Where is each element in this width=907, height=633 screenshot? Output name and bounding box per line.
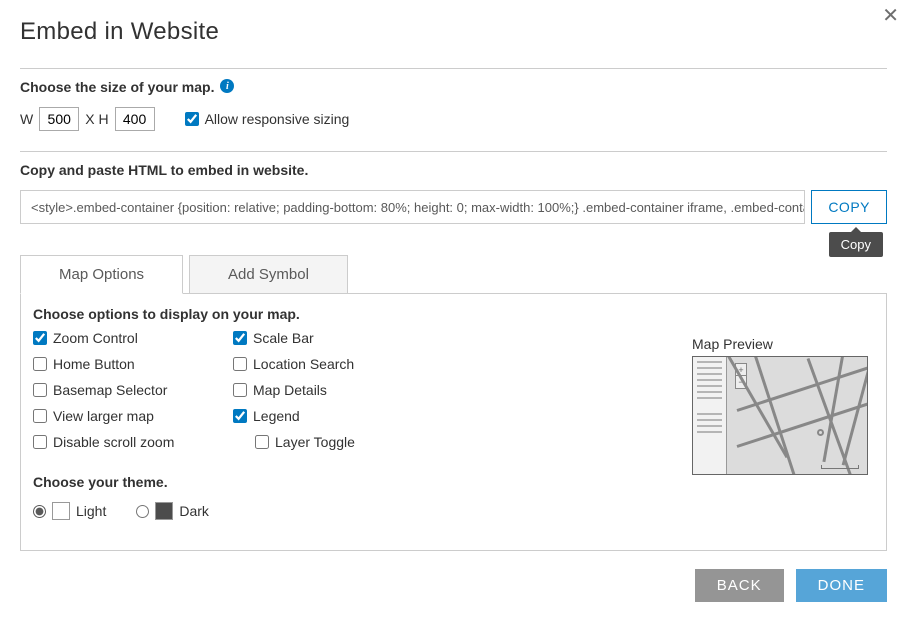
responsive-label: Allow responsive sizing <box>205 111 350 127</box>
theme-dark-label: Dark <box>179 503 209 519</box>
option-label: Location Search <box>253 356 354 372</box>
width-letter: W <box>20 111 33 127</box>
options-col-2: Scale Bar Location Search Map Details Legen… <box>233 330 433 450</box>
option-checkbox[interactable] <box>33 409 47 423</box>
option-scale-bar[interactable]: Scale Bar <box>233 330 433 346</box>
height-input[interactable] <box>115 107 155 131</box>
copy-button[interactable]: COPY <box>811 190 887 224</box>
option-zoom-control[interactable]: Zoom Control <box>33 330 193 346</box>
options-heading: Choose options to display on your map. <box>33 306 874 322</box>
map-preview-label: Map Preview <box>692 336 868 352</box>
option-checkbox[interactable] <box>33 435 47 449</box>
theme-light-radio[interactable] <box>33 505 46 518</box>
height-letter: X H <box>85 111 108 127</box>
option-view-larger-map[interactable]: View larger map <box>33 408 193 424</box>
preview-sidebar-icon <box>693 357 727 474</box>
option-label: Scale Bar <box>253 330 314 346</box>
info-icon[interactable]: i <box>220 79 234 93</box>
dark-swatch-icon <box>155 502 173 520</box>
option-label: View larger map <box>53 408 154 424</box>
map-preview-image: +− <box>692 356 868 475</box>
option-location-search[interactable]: Location Search <box>233 356 433 372</box>
option-map-details[interactable]: Map Details <box>233 382 433 398</box>
theme-dark-radio[interactable] <box>136 505 149 518</box>
option-checkbox[interactable] <box>33 331 47 345</box>
dialog-title: Embed in Website <box>20 18 887 46</box>
footer-buttons: BACK DONE <box>20 569 887 602</box>
theme-row: Light Dark <box>33 502 874 520</box>
option-label: Basemap Selector <box>53 382 167 398</box>
embed-label: Copy and paste HTML to embed in website. <box>20 162 887 178</box>
option-home-button[interactable]: Home Button <box>33 356 193 372</box>
option-disable-scroll-zoom[interactable]: Disable scroll zoom <box>33 434 193 450</box>
map-preview: Map Preview +− <box>692 336 868 475</box>
option-label: Home Button <box>53 356 135 372</box>
done-button[interactable]: DONE <box>796 569 887 602</box>
theme-dark[interactable]: Dark <box>136 502 209 520</box>
option-checkbox[interactable] <box>33 383 47 397</box>
close-icon[interactable]: ✕ <box>882 6 899 26</box>
option-label: Map Details <box>253 382 327 398</box>
embed-code-field[interactable]: <style>.embed-container {position: relat… <box>20 190 805 224</box>
theme-heading: Choose your theme. <box>33 474 874 490</box>
preview-scalebar-icon <box>821 465 859 469</box>
embed-dialog: ✕ Embed in Website Choose the size of yo… <box>0 0 907 622</box>
responsive-sizing-checkbox[interactable]: Allow responsive sizing <box>185 111 350 127</box>
divider <box>20 151 887 152</box>
responsive-checkbox-input[interactable] <box>185 112 199 126</box>
option-checkbox[interactable] <box>233 331 247 345</box>
width-input[interactable] <box>39 107 79 131</box>
option-checkbox[interactable] <box>233 357 247 371</box>
option-legend[interactable]: Legend <box>233 408 433 424</box>
back-button[interactable]: BACK <box>695 569 784 602</box>
option-layer-toggle[interactable]: Layer Toggle <box>255 434 433 450</box>
theme-light[interactable]: Light <box>33 502 106 520</box>
tab-add-symbol[interactable]: Add Symbol <box>189 255 348 294</box>
theme-light-label: Light <box>76 503 106 519</box>
option-label: Legend <box>253 408 300 424</box>
option-checkbox[interactable] <box>33 357 47 371</box>
divider <box>20 68 887 69</box>
size-row: W X H Allow responsive sizing <box>20 107 887 131</box>
option-label: Zoom Control <box>53 330 138 346</box>
light-swatch-icon <box>52 502 70 520</box>
size-label: Choose the size of your map. i <box>20 79 887 95</box>
options-panel: Choose options to display on your map. Z… <box>20 293 887 551</box>
options-col-1: Zoom Control Home Button Basemap Selector V… <box>33 330 193 450</box>
option-label: Disable scroll zoom <box>53 434 174 450</box>
tabs: Map Options Add Symbol <box>20 254 887 293</box>
option-checkbox[interactable] <box>255 435 269 449</box>
option-label: Layer Toggle <box>275 434 355 450</box>
option-checkbox[interactable] <box>233 383 247 397</box>
size-label-text: Choose the size of your map. <box>20 79 214 95</box>
copy-tooltip: Copy <box>829 232 883 257</box>
tab-map-options[interactable]: Map Options <box>20 255 183 294</box>
embed-row: <style>.embed-container {position: relat… <box>20 190 887 224</box>
option-basemap-selector[interactable]: Basemap Selector <box>33 382 193 398</box>
option-checkbox[interactable] <box>233 409 247 423</box>
